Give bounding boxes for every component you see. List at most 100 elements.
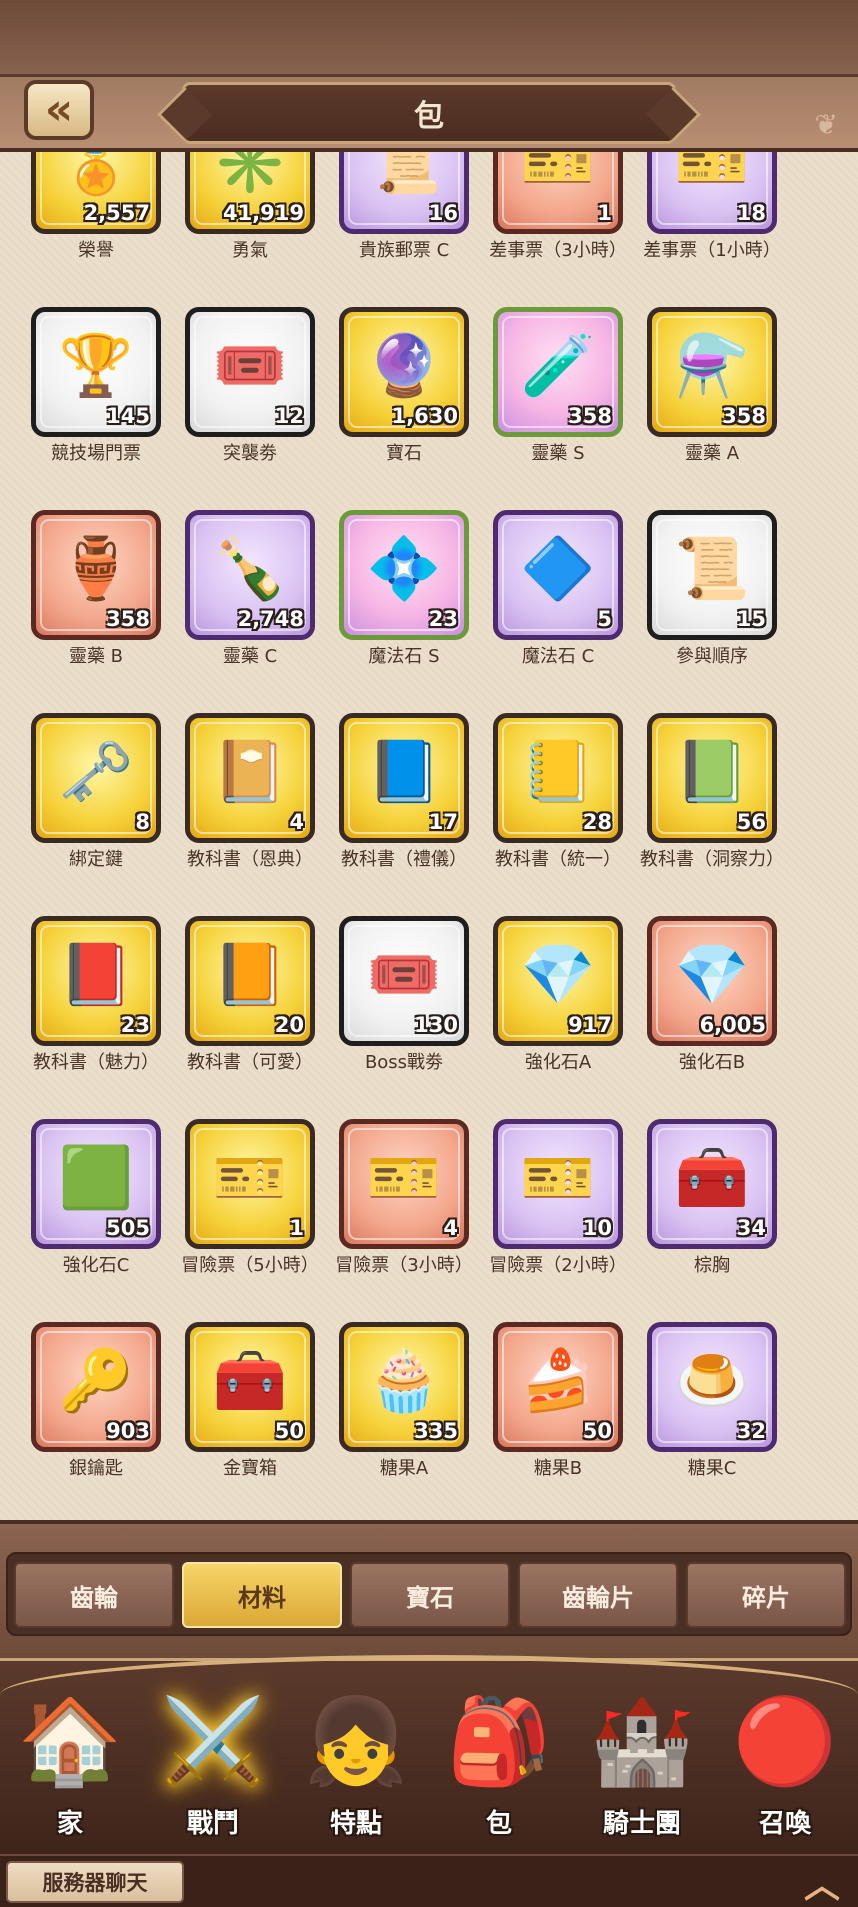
- item-label: 糖果B: [533, 1458, 583, 1479]
- item-tile[interactable]: 🧪 358: [493, 307, 623, 437]
- item-tile[interactable]: 🎫 10: [493, 1119, 623, 1249]
- ornament-icon: ❦: [814, 108, 838, 141]
- item-tile[interactable]: 📒 28: [493, 713, 623, 843]
- item-count: 358: [106, 607, 150, 631]
- item-tile[interactable]: 💠 23: [339, 510, 469, 640]
- item-icon: 📜: [674, 534, 750, 604]
- item-label: 寶石: [386, 443, 422, 464]
- item-label: 靈藥 A: [684, 443, 740, 464]
- item-count: 34: [736, 1216, 766, 1240]
- item-tile[interactable]: 🎫 4: [339, 1119, 469, 1249]
- item-tile[interactable]: 💎 917: [493, 916, 623, 1046]
- nav-item-bag[interactable]: 🎒 包: [429, 1681, 569, 1851]
- item-tile[interactable]: 🟩 505: [31, 1119, 161, 1249]
- item-icon: 🍰: [520, 1346, 596, 1416]
- tab-4[interactable]: 碎片: [686, 1562, 846, 1628]
- item-count: 358: [568, 404, 612, 428]
- item-count: 23: [428, 607, 458, 631]
- item-tile[interactable]: 🎫 1: [185, 1119, 315, 1249]
- item-count: 358: [722, 404, 766, 428]
- item-count: 1,630: [391, 404, 458, 428]
- item-label: 教科書（洞察力）: [640, 849, 784, 870]
- item-label: 糖果C: [687, 1458, 737, 1479]
- item-tile[interactable]: 📙 20: [185, 916, 315, 1046]
- item-tile[interactable]: 🔷 5: [493, 510, 623, 640]
- item-tile[interactable]: 🏆 145: [31, 307, 161, 437]
- server-chat-button[interactable]: 服務器聊天: [6, 1861, 184, 1903]
- tab-2[interactable]: 寶石: [350, 1562, 510, 1628]
- category-tabs-bar: 齒輪 材料 寶石 齒輪片 碎片: [0, 1520, 858, 1658]
- item-tile[interactable]: 🍰 50: [493, 1322, 623, 1452]
- item-label: 差事票（3小時）: [489, 240, 627, 261]
- back-button[interactable]: «: [24, 80, 94, 140]
- item-label: 棕胸: [694, 1255, 730, 1276]
- item-tile[interactable]: 🎫 1: [493, 152, 623, 234]
- double-chevron-left-icon: «: [44, 84, 74, 135]
- item-tile[interactable]: 📕 23: [31, 916, 161, 1046]
- item-tile[interactable]: 🔑 903: [31, 1322, 161, 1452]
- item-tile[interactable]: 🍮 32: [647, 1322, 777, 1452]
- item-icon: 📕: [58, 940, 134, 1010]
- item-tile[interactable]: ⚗️ 358: [647, 307, 777, 437]
- item-tile[interactable]: 📜 15: [647, 510, 777, 640]
- item-icon: 🎫: [520, 1143, 596, 1213]
- nav-label: 特點: [329, 1809, 382, 1839]
- nav-item-summon[interactable]: 🔴 召喚: [715, 1681, 855, 1851]
- item-tile[interactable]: 🏅 2,557: [31, 152, 161, 234]
- chevron-up-icon[interactable]: ︿: [798, 1860, 846, 1906]
- nav-item-home[interactable]: 🏠 家: [0, 1681, 140, 1851]
- nav-label: 戰鬥: [186, 1809, 239, 1839]
- item-icon: 📙: [212, 940, 288, 1010]
- order-icon: 🏰: [589, 1692, 695, 1790]
- item-tile[interactable]: ✳️ 41,919: [185, 152, 315, 234]
- tab-1[interactable]: 材料: [182, 1562, 342, 1628]
- item-count: 145: [106, 404, 150, 428]
- item-tile[interactable]: 🔮 1,630: [339, 307, 469, 437]
- item-tile[interactable]: 🏺 358: [31, 510, 161, 640]
- nav-item-order[interactable]: 🏰 騎士團: [572, 1681, 712, 1851]
- item-count: 50: [274, 1419, 304, 1443]
- nav-label: 包: [485, 1809, 512, 1839]
- traits-icon: 👧: [303, 1692, 409, 1790]
- tab-3[interactable]: 齒輪片: [518, 1562, 678, 1628]
- item-tile[interactable]: 💎 6,005: [647, 916, 777, 1046]
- item-tile[interactable]: 📜 16: [339, 152, 469, 234]
- item-tile[interactable]: 🗝️ 8: [31, 713, 161, 843]
- item-tile[interactable]: 🧰 50: [185, 1322, 315, 1452]
- item-label: 糖果A: [379, 1458, 429, 1479]
- nav-item-battle[interactable]: ⚔️ 戰鬥: [143, 1681, 283, 1851]
- nav-item-traits[interactable]: 👧 特點: [286, 1681, 426, 1851]
- item-tile[interactable]: 🧰 34: [647, 1119, 777, 1249]
- item-label: 魔法石 S: [368, 646, 440, 667]
- bottom-nav: 🏠 家 ⚔️ 戰鬥 👧 特點 🎒 包 🏰 騎士團 🔴 召喚: [0, 1655, 858, 1854]
- chat-bar: 服務器聊天 ︿: [0, 1854, 858, 1907]
- inventory-grid-area[interactable]: 🏅 2,557 榮譽 ✳️ 41,919 勇氣 📜 16 貴族郵票 C 🎫 1 差事票（3小時） 🎫 18…: [0, 152, 858, 1520]
- item-icon: ⚗️: [674, 331, 750, 401]
- item-label: 銀鑰匙: [69, 1458, 123, 1479]
- item-icon: 🎟️: [366, 940, 442, 1010]
- item-tile[interactable]: 🎟️ 12: [185, 307, 315, 437]
- item-tile[interactable]: 🧁 335: [339, 1322, 469, 1452]
- item-label: 冒險票（2小時）: [489, 1255, 627, 1276]
- tab-0[interactable]: 齒輪: [14, 1562, 174, 1628]
- page-title: 包: [414, 99, 444, 134]
- item-label: 競技場門票: [51, 443, 141, 464]
- item-tile[interactable]: 📗 56: [647, 713, 777, 843]
- item-tile[interactable]: 📘 17: [339, 713, 469, 843]
- item-count: 505: [106, 1216, 150, 1240]
- item-label: 教科書（恩典）: [187, 849, 313, 870]
- item-tile[interactable]: 📔 4: [185, 713, 315, 843]
- item-label: 冒險票（5小時）: [181, 1255, 319, 1276]
- item-count: 32: [736, 1419, 766, 1443]
- item-count: 1: [289, 1216, 304, 1240]
- item-tile[interactable]: 🎫 18: [647, 152, 777, 234]
- item-count: 12: [274, 404, 304, 428]
- item-count: 10: [582, 1216, 612, 1240]
- item-icon: 🧁: [366, 1346, 442, 1416]
- item-icon: 🍾: [212, 534, 288, 604]
- item-count: 16: [428, 201, 458, 225]
- item-count: 4: [289, 810, 304, 834]
- item-tile[interactable]: 🍾 2,748: [185, 510, 315, 640]
- item-tile[interactable]: 🎟️ 130: [339, 916, 469, 1046]
- item-label: 教科書（禮儀）: [341, 849, 467, 870]
